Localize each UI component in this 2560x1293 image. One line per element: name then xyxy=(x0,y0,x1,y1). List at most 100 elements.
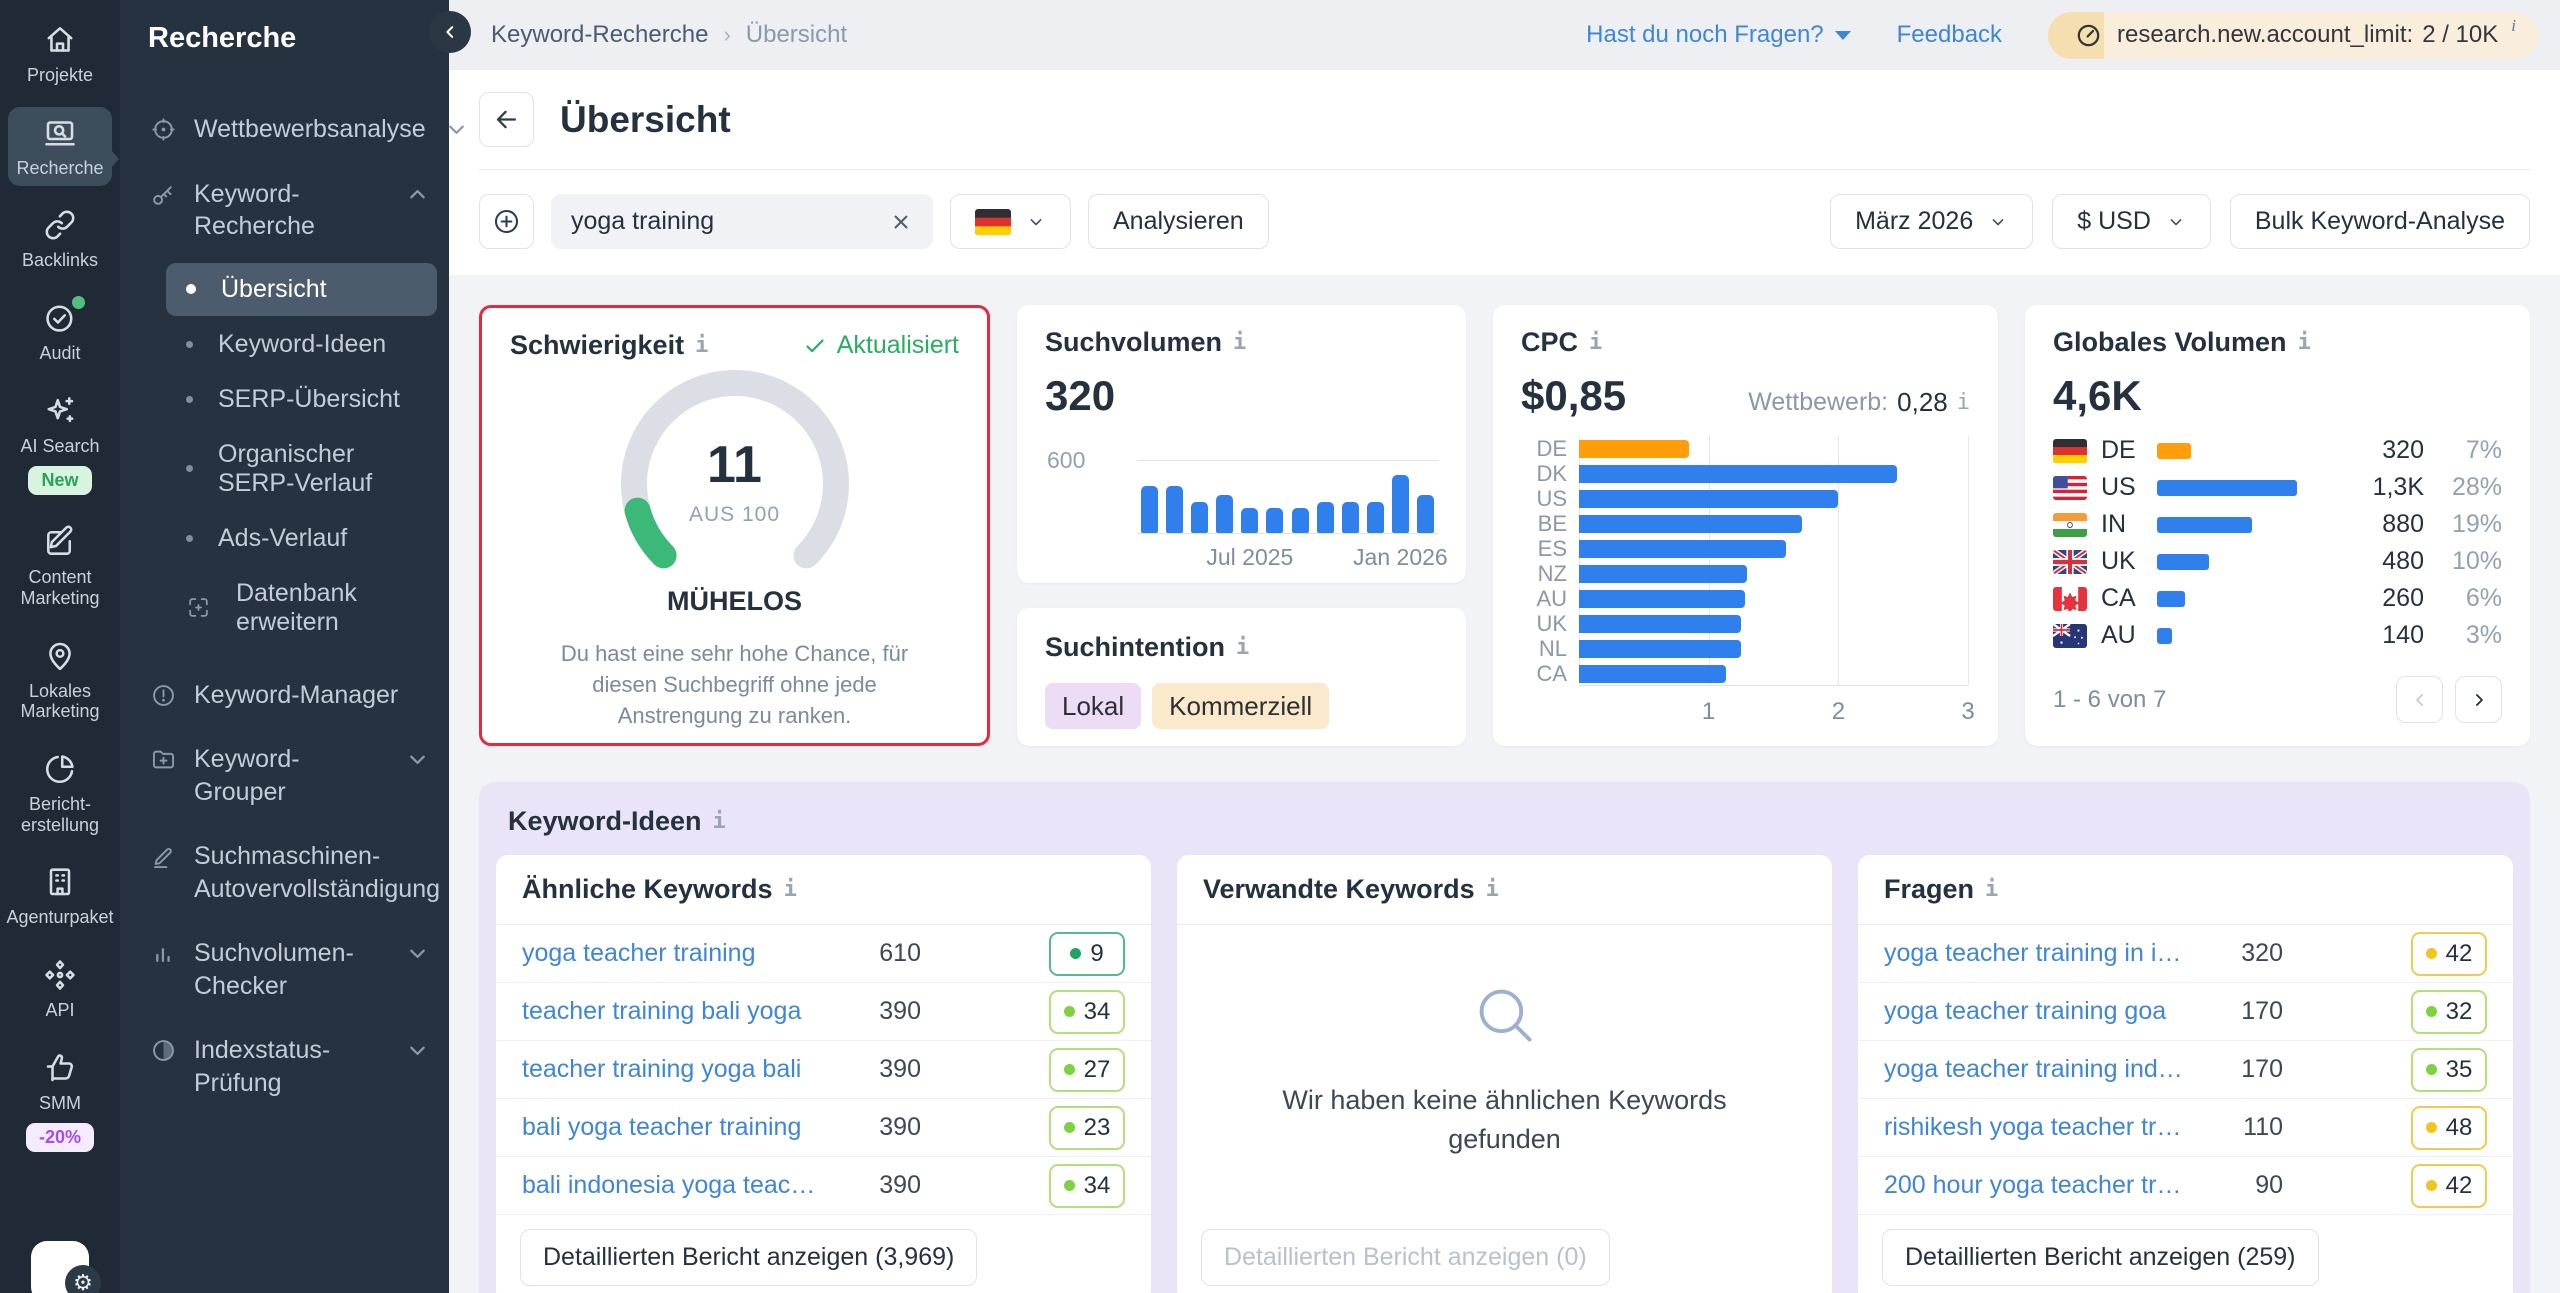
rail-item-agenturpaket[interactable]: Agenturpaket xyxy=(8,856,112,936)
breadcrumb: Keyword-Recherche › Übersicht xyxy=(491,21,847,49)
chevron-down-icon xyxy=(404,1037,431,1064)
volume-bar xyxy=(1338,461,1363,533)
clear-search-icon[interactable] xyxy=(889,210,913,234)
global-volume-value: 4,6K xyxy=(2053,372,2502,420)
nav-item[interactable]: Suchmaschinen-Autovervollständigung xyxy=(120,824,449,921)
rail-item-api[interactable]: API xyxy=(8,949,112,1029)
rail-item-ai-search[interactable]: AI Search New xyxy=(8,385,112,503)
volume-x-tick: Jan 2026 xyxy=(1353,544,1448,571)
difficulty-badge: 32 xyxy=(2411,990,2487,1034)
analyze-button[interactable]: Analysieren xyxy=(1088,194,1269,249)
info-icon[interactable]: i xyxy=(1233,330,1246,355)
keyword-link[interactable]: teacher training yoga bali xyxy=(522,1055,837,1084)
nav-item-label: Keyword-Recherche xyxy=(194,178,387,243)
info-icon[interactable]: i xyxy=(1957,390,1970,415)
nav-item[interactable]: Keyword-Recherche xyxy=(120,162,449,259)
rail-item-recherche[interactable]: Recherche xyxy=(8,107,112,187)
difficulty-gauge: 11 AUS 100 xyxy=(605,369,865,574)
keyword-link[interactable]: yoga teacher training xyxy=(522,939,837,968)
difficulty-badge: 34 xyxy=(1049,990,1125,1034)
info-icon[interactable]: i xyxy=(1236,635,1249,660)
detailed-report-button[interactable]: Detaillierten Bericht anzeigen (3,969) xyxy=(520,1229,977,1286)
cpc-country-label: AU xyxy=(1521,586,1567,612)
subnav-item[interactable]: Ads-Verlauf xyxy=(166,512,437,565)
keyword-row: bali yoga teacher training 390 23 xyxy=(496,1099,1151,1157)
rail-item-backlinks[interactable]: Backlinks xyxy=(8,199,112,279)
keyword-link[interactable]: teacher training bali yoga xyxy=(522,997,837,1026)
rail-item-label: Agenturpaket xyxy=(6,907,113,928)
keyword-link[interactable]: yoga teacher training in india xyxy=(1884,939,2199,968)
keyword-volume: 170 xyxy=(2199,997,2283,1026)
chevron-down-icon xyxy=(1988,212,2008,232)
limit-gauge-icon xyxy=(2075,22,2102,49)
rail-item-badge: New xyxy=(28,466,91,495)
subnav-item[interactable]: Organischer SERP-Verlauf xyxy=(166,428,437,510)
intent-card-title: Suchintention xyxy=(1045,632,1225,663)
keyword-link[interactable]: rishikesh yoga teacher training xyxy=(1884,1113,2199,1142)
table-title: Ähnliche Keywords xyxy=(522,874,773,905)
currency-dropdown[interactable]: $ USD xyxy=(2052,194,2211,249)
country-dropdown[interactable] xyxy=(950,194,1071,249)
chat-widget-button[interactable]: ⚙ xyxy=(31,1241,89,1293)
subnav-item[interactable]: Übersicht xyxy=(166,263,437,316)
account-limit-pill[interactable]: research.new.account_limit: 2 / 10K i xyxy=(2048,12,2538,59)
rail-item-audit[interactable]: Audit xyxy=(8,292,112,372)
info-icon[interactable]: i xyxy=(713,809,726,834)
chevron-left-icon xyxy=(2410,690,2430,710)
subnav-item[interactable]: SERP-Übersicht xyxy=(166,373,437,426)
settings-gear-icon[interactable]: ⚙ xyxy=(65,1265,101,1293)
keyword-link[interactable]: 200 hour yoga teacher traini... xyxy=(1884,1171,2199,1200)
bulk-analysis-button[interactable]: Bulk Keyword-Analyse xyxy=(2230,194,2530,249)
rail-item-projekte[interactable]: Projekte xyxy=(8,14,112,94)
rail-item-smm[interactable]: SMM -20% xyxy=(8,1042,112,1160)
questions-dropdown[interactable]: Hast du noch Fragen? xyxy=(1586,21,1850,49)
prev-page-button[interactable] xyxy=(2396,676,2443,723)
period-dropdown[interactable]: März 2026 xyxy=(1830,194,2033,249)
keyword-volume: 390 xyxy=(837,1113,921,1142)
title-row: Übersicht xyxy=(479,88,2530,169)
rail-item-berichterstellung[interactable]: Bericht-erstellung xyxy=(8,743,112,843)
detailed-report-button[interactable]: Detaillierten Bericht anzeigen (0) xyxy=(1201,1229,1610,1286)
pagination-status: 1 - 6 von 7 xyxy=(2053,686,2166,714)
cpc-country-label: UK xyxy=(1521,611,1567,637)
sidebar-collapse-button[interactable] xyxy=(429,11,471,53)
keyword-link[interactable]: yoga teacher training india goa xyxy=(1884,1055,2199,1084)
header-right-controls: März 2026 $ USD Bulk Keyword-Analyse xyxy=(1830,194,2530,249)
next-page-button[interactable] xyxy=(2455,676,2502,723)
ideas-table-similar: Ähnliche Keywords i yoga teacher trainin… xyxy=(496,855,1151,1293)
subnav-item[interactable]: Keyword-Ideen xyxy=(166,318,437,371)
breadcrumb-parent[interactable]: Keyword-Recherche xyxy=(491,21,708,49)
info-icon[interactable]: i xyxy=(2298,330,2311,355)
info-icon[interactable]: i xyxy=(1589,330,1602,355)
keyword-search-input[interactable] xyxy=(571,207,877,236)
limit-info-icon[interactable]: i xyxy=(2511,16,2516,36)
nav-item[interactable]: Keyword-Manager xyxy=(120,663,449,728)
keyword-link[interactable]: bali indonesia yoga teacher tr... xyxy=(522,1171,837,1200)
feedback-link[interactable]: Feedback xyxy=(1897,21,2002,49)
chevron-left-icon xyxy=(441,23,459,41)
table-title: Fragen xyxy=(1884,874,1974,905)
arrow-left-icon xyxy=(493,106,520,133)
nav-item[interactable]: Keyword-Grouper xyxy=(120,727,449,824)
info-icon[interactable]: i xyxy=(1985,877,1998,902)
primary-sidebar-items: Projekte Recherche Backlinks Audit AI Se… xyxy=(0,14,120,1160)
info-icon[interactable]: i xyxy=(695,333,708,358)
rail-item-lokales-marketing[interactable]: Lokales Marketing xyxy=(8,630,112,730)
nav-item[interactable]: Wettbewerbsanalyse xyxy=(120,97,449,162)
info-icon[interactable]: i xyxy=(784,877,797,902)
target-icon xyxy=(150,116,177,143)
keyword-link[interactable]: yoga teacher training goa xyxy=(1884,997,2199,1026)
chevron-up-icon xyxy=(404,181,431,208)
nav-item[interactable]: Suchvolumen-Checker xyxy=(120,921,449,1018)
bullet-icon xyxy=(186,341,193,348)
keyword-link[interactable]: bali yoga teacher training xyxy=(522,1113,837,1142)
nav-item[interactable]: Indexstatus-Prüfung xyxy=(120,1018,449,1115)
add-keyword-button[interactable] xyxy=(479,194,534,249)
detailed-report-button[interactable]: Detaillierten Bericht anzeigen (259) xyxy=(1882,1229,2319,1286)
rail-item-content-marketing[interactable]: Content Marketing xyxy=(8,516,112,616)
back-button[interactable] xyxy=(479,92,534,147)
sparkles-icon xyxy=(42,393,78,429)
info-icon[interactable]: i xyxy=(1486,877,1499,902)
ideas-title: Keyword-Ideen xyxy=(508,806,702,837)
subnav-item[interactable]: Datenbank erweitern xyxy=(166,567,437,649)
